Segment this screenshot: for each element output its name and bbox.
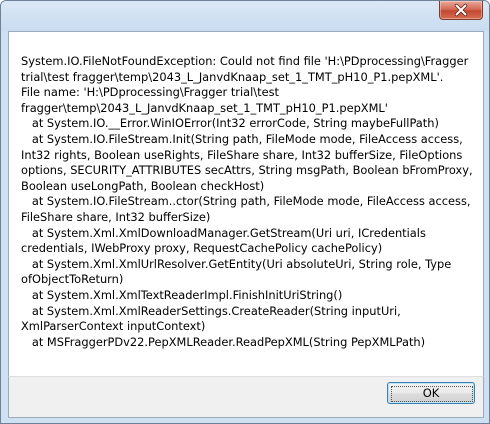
message-line: at System.Xml.XmlTextReaderImpl.FinishIn… (21, 287, 343, 302)
message-line: at MSFraggerPDv22.PepXMLReader.ReadPepXM… (21, 334, 426, 349)
message-line: credentials, IWebProxy proxy, RequestCac… (21, 241, 383, 256)
message-line: options, SECURITY_ATTRIBUTES secAttrs, S… (21, 163, 473, 178)
message-line: at System.Xml.XmlReaderSettings.CreateRe… (21, 303, 401, 318)
message-line: ofObjectToReturn) (21, 272, 124, 287)
message-area: System.IO.FileNotFoundException: Could n… (8, 31, 484, 377)
message-line: FileShare share, Int32 bufferSize) (21, 209, 211, 224)
error-dialog-window: System.IO.FileNotFoundException: Could n… (0, 0, 490, 424)
message-line: at System.Xml.XmlUrlResolver.GetEntity(U… (21, 256, 452, 271)
message-line: at System.IO.FileStream..ctor(String pat… (21, 194, 471, 209)
message-line: File name: 'H:\PDprocessing\Fragger tria… (21, 85, 280, 100)
ok-button[interactable]: OK (387, 382, 475, 404)
button-bar: OK (8, 376, 484, 418)
error-message: System.IO.FileNotFoundException: Could n… (21, 54, 473, 350)
message-line: at System.Xml.XmlDownloadManager.GetStre… (21, 225, 426, 240)
message-line: at System.IO.FileStream.Init(String path… (21, 131, 463, 146)
message-line: trial\test fragger\temp\2043_L_JanvdKnaa… (21, 69, 444, 84)
ok-button-label: OK (422, 386, 440, 400)
title-bar[interactable] (1, 1, 489, 31)
message-line: at System.IO.__Error.WinIOError(Int32 er… (21, 116, 439, 131)
message-line: XmlParserContext inputContext) (21, 319, 206, 334)
message-line: fragger\temp\2043_L_JanvdKnaap_set_1_TMT… (21, 100, 388, 115)
message-line: Int32 rights, Boolean useRights, FileSha… (21, 147, 463, 162)
message-line: System.IO.FileNotFoundException: Could n… (21, 54, 469, 68)
message-line: Boolean useLongPath, Boolean checkHost) (21, 178, 265, 193)
close-button[interactable] (439, 1, 483, 20)
close-icon (454, 3, 468, 17)
